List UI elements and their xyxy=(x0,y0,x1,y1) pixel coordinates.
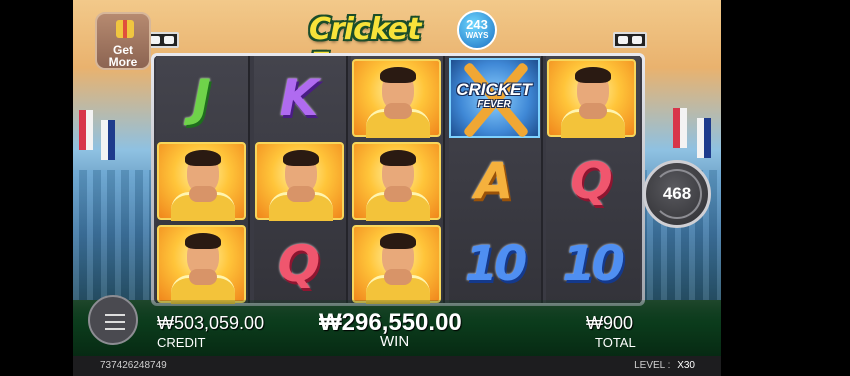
player-icon xyxy=(352,225,441,304)
pennant-left-2 xyxy=(101,120,115,160)
player-icon xyxy=(352,142,441,221)
player-icon xyxy=(157,142,246,221)
ways-label: WAYS xyxy=(465,31,489,40)
symbol-letter: K xyxy=(279,69,319,127)
symbol-j: J xyxy=(156,58,247,138)
symbol-letter: 10 xyxy=(562,236,625,292)
gift-icon xyxy=(116,20,134,38)
symbol-letter: Q xyxy=(570,152,613,210)
symbol-player xyxy=(254,141,345,221)
symbol-player xyxy=(351,224,442,304)
menu-icon-line xyxy=(105,321,125,323)
credit-value: ₩503,059.00 xyxy=(157,313,265,333)
wild-icon: CRICKET FEVER xyxy=(448,58,540,138)
symbol-k: K xyxy=(254,58,345,138)
win-label: WIN xyxy=(380,333,410,350)
symbol-letter: J xyxy=(192,69,211,127)
total-label: TOTAL xyxy=(595,335,636,350)
credit-label: CREDIT xyxy=(157,335,206,350)
ways-badge: 243 WAYS xyxy=(457,10,497,50)
symbol-player xyxy=(351,58,442,138)
floodlight-right xyxy=(613,32,647,48)
symbol-10: 10 xyxy=(546,224,637,304)
reels-frame: J K Q CRICKET FEVER A 10 Q 10 xyxy=(151,53,645,306)
symbol-q: Q xyxy=(546,141,637,221)
symbol-wild: CRICKET FEVER xyxy=(448,58,540,138)
symbol-player xyxy=(351,141,442,221)
symbol-q: Q xyxy=(254,224,345,304)
footer-bar: 737426248749 LEVEL : X30 xyxy=(73,356,721,376)
spin-count: 468 xyxy=(662,184,692,203)
symbol-a: A xyxy=(449,141,540,221)
symbol-letter: A xyxy=(474,152,514,210)
reel-grid: J K Q CRICKET FEVER A 10 Q 10 xyxy=(154,56,642,304)
symbol-letter: 10 xyxy=(464,236,528,292)
total-value: ₩900 xyxy=(586,313,634,333)
player-icon xyxy=(254,142,344,221)
wild-text: CRICKET FEVER xyxy=(451,81,538,112)
pennant-right-2 xyxy=(697,118,711,158)
get-more-button[interactable]: Get More xyxy=(95,12,151,70)
menu-button[interactable] xyxy=(88,295,138,345)
menu-icon-line xyxy=(105,314,125,316)
wild-line2: FEVER xyxy=(477,99,511,110)
menu-icon-line xyxy=(105,328,125,330)
game-screen: Cricket Fever 243 WAYS Get More J K Q CRICK… xyxy=(73,0,721,376)
get-more-line2: More xyxy=(108,55,138,69)
bet-level: LEVEL : X30 xyxy=(634,360,695,371)
spin-button[interactable]: 468 xyxy=(643,160,711,228)
level-label: LEVEL : xyxy=(634,360,671,371)
level-value: X30 xyxy=(677,360,695,371)
player-icon xyxy=(547,59,636,138)
symbol-player xyxy=(156,224,247,304)
ways-number: 243 xyxy=(466,17,488,32)
player-icon xyxy=(157,225,246,304)
symbol-10: 10 xyxy=(449,224,540,304)
game-logo: Cricket Fever 243 WAYS xyxy=(309,8,497,82)
player-icon xyxy=(352,59,441,138)
round-id: 737426248749 xyxy=(100,360,167,371)
pennant-right xyxy=(673,108,687,148)
symbol-player xyxy=(546,58,637,138)
symbol-letter: Q xyxy=(277,235,321,293)
symbol-player xyxy=(156,141,247,221)
pennant-left xyxy=(79,110,93,150)
